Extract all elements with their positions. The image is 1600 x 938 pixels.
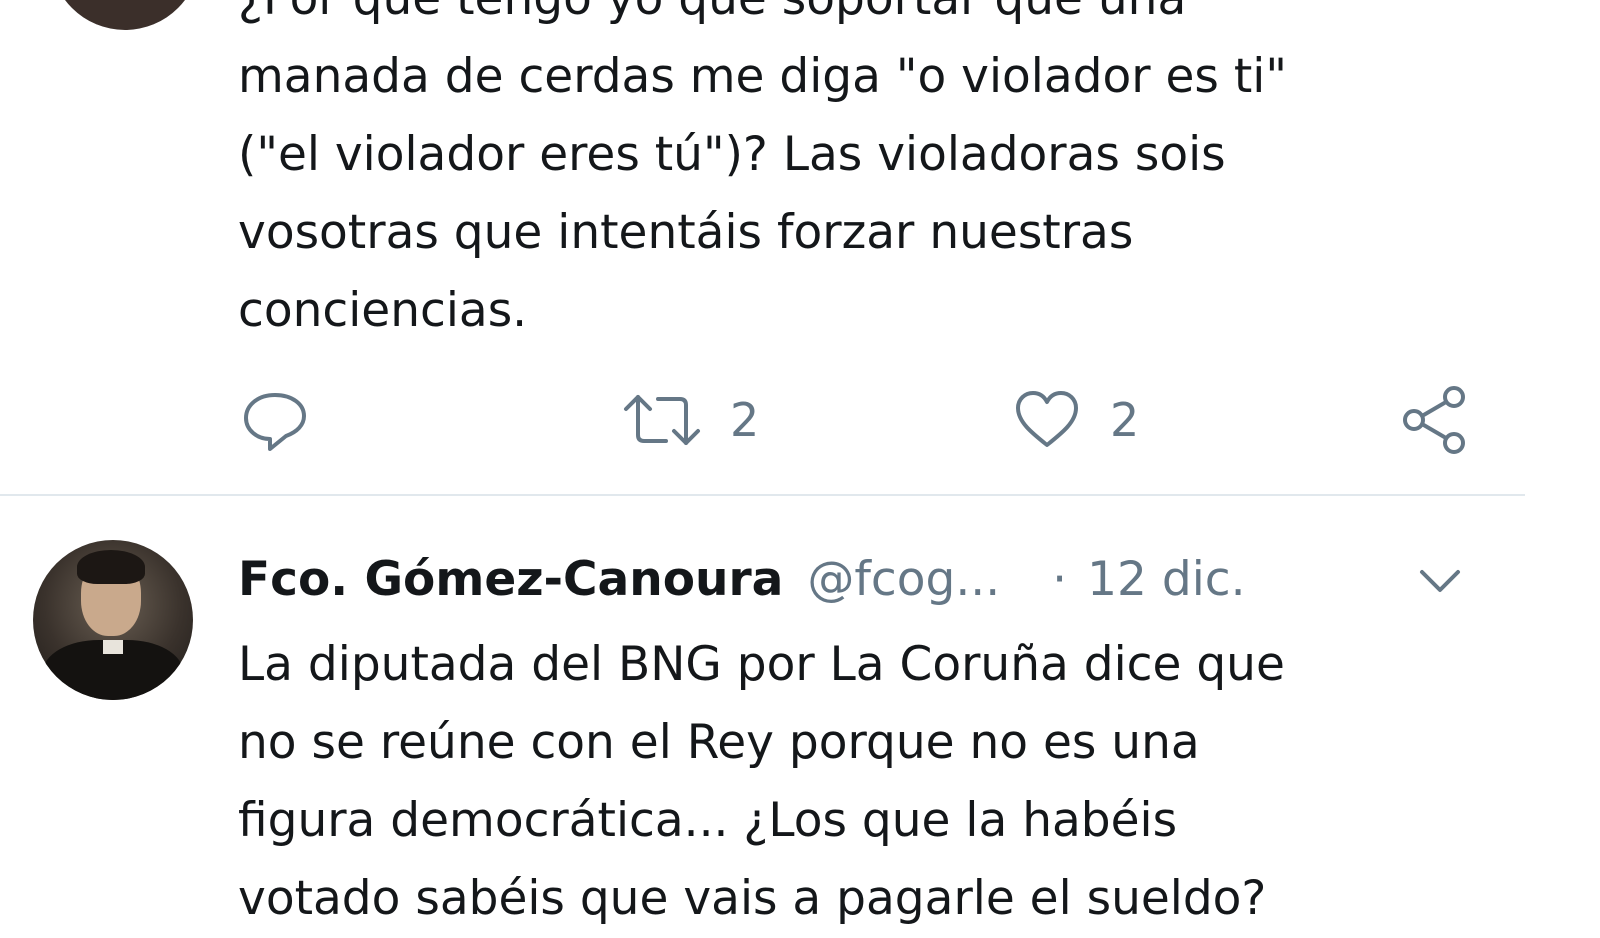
retweet-icon <box>622 385 702 455</box>
heart-icon <box>1012 385 1082 455</box>
display-name[interactable]: Fco. Gómez-Canoura <box>238 552 783 607</box>
tweet-date[interactable]: 12 dic. <box>1087 552 1245 607</box>
tweet-text-line: vosotras que intentáis forzar nuestras <box>238 205 1134 260</box>
like-button[interactable]: 2 <box>1012 385 1139 455</box>
tweet-text-line: no se reúne con el Rey porque no es una <box>238 715 1200 770</box>
tweet-text-line: figura democrática... ¿Los que la habéis <box>238 793 1178 848</box>
tweet-text-line: manada de cerdas me diga "o violador es … <box>238 49 1287 104</box>
avatar[interactable] <box>50 0 200 30</box>
share-button[interactable] <box>1400 385 1470 455</box>
tweet-header: Fco. Gómez-Canoura @fcog... · 12 dic. <box>238 540 1246 618</box>
tweet-actions: 2 2 <box>0 385 1600 455</box>
tweet-divider <box>0 494 1525 496</box>
tweet-text-line: ¿Por qué tengo yo que soportar que una <box>238 0 1518 38</box>
separator-dot: · <box>1052 551 1068 607</box>
reply-button[interactable] <box>240 385 310 455</box>
user-handle[interactable]: @fcog... <box>807 552 1000 607</box>
avatar[interactable] <box>33 540 193 700</box>
chevron-down-icon <box>1418 570 1462 604</box>
retweet-count: 2 <box>730 393 760 447</box>
tweet-text-line: conciencias. <box>238 283 528 338</box>
share-icon <box>1400 385 1470 455</box>
tweet-text-line: La diputada del BNG por La Coruña dice q… <box>238 637 1285 692</box>
tweet-text: ¿Por qué tengo yo que soportar que una m… <box>238 0 1518 350</box>
tweet-text: La diputada del BNG por La Coruña dice q… <box>238 626 1518 938</box>
retweet-button[interactable]: 2 <box>622 385 759 455</box>
tweet-text-line: ("el violador eres tú")? Las violadoras … <box>238 127 1226 182</box>
like-count: 2 <box>1110 393 1140 447</box>
tweet-menu-button[interactable] <box>1418 560 1462 600</box>
reply-icon <box>240 385 310 455</box>
tweet-text-line: votado sabéis que vais a pagarle el suel… <box>238 871 1267 926</box>
